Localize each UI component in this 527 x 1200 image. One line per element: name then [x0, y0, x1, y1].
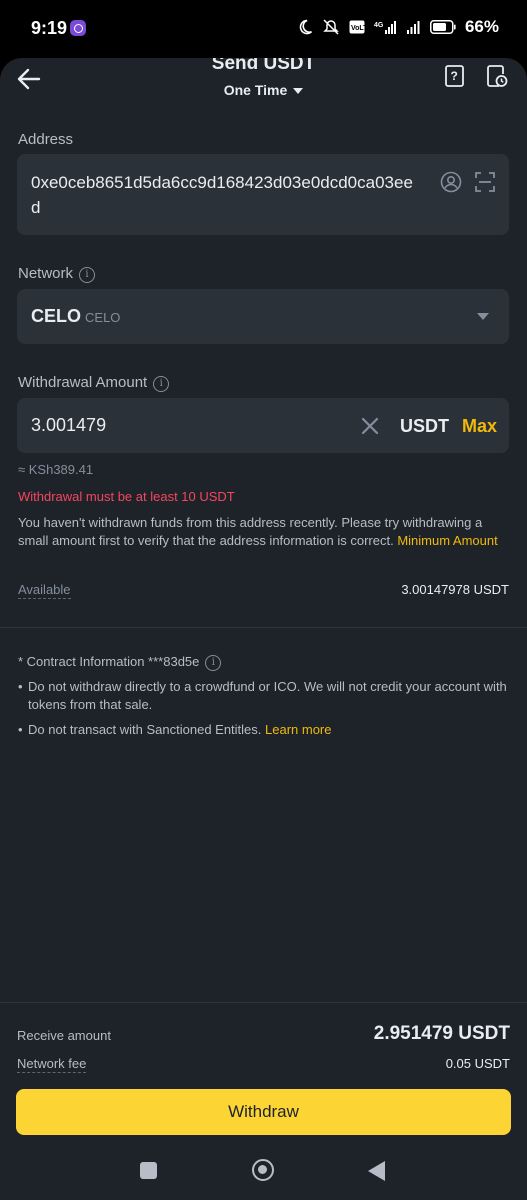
- address-book-icon[interactable]: [440, 171, 462, 193]
- send-usdt-screen: Send USDT One Time ? Address 0xe0ceb8651…: [0, 58, 527, 1200]
- svg-text:?: ?: [451, 69, 458, 83]
- scan-qr-icon[interactable]: [474, 171, 496, 193]
- available-value: 3.00147978 USDT: [401, 582, 509, 597]
- home-icon[interactable]: [252, 1159, 274, 1181]
- volte-icon: VoLTE: [349, 20, 365, 34]
- contract-info: * Contract Information ***83d5e i: [18, 654, 222, 671]
- recent-apps-icon[interactable]: [140, 1162, 157, 1179]
- network-label: Network i: [18, 265, 96, 283]
- status-bar: 9:19 VoLTE 4G 66%: [0, 0, 527, 58]
- svg-text:VoLTE: VoLTE: [351, 25, 365, 32]
- svg-text:4G: 4G: [374, 22, 384, 29]
- available-label[interactable]: Available: [18, 582, 71, 599]
- address-input[interactable]: 0xe0ceb8651d5da6cc9d168423d03e0dcd0ca03e…: [31, 170, 421, 220]
- chevron-down-icon: [477, 313, 489, 320]
- learn-more-link[interactable]: Learn more: [265, 722, 331, 737]
- withdraw-button[interactable]: Withdraw: [16, 1089, 511, 1135]
- info-icon[interactable]: i: [79, 267, 96, 283]
- receive-amount-value: 2.951479 USDT: [373, 1023, 510, 1044]
- warning-sanctions: Do not transact with Sanctioned Entitles…: [18, 721, 510, 739]
- receive-amount-label: Receive amount: [17, 1028, 111, 1043]
- first-withdrawal-note: You haven't withdrawn funds from this ad…: [18, 515, 498, 548]
- history-icon[interactable]: [486, 64, 508, 88]
- moon-icon: [299, 19, 313, 35]
- network-selected: CELO CELO: [31, 306, 121, 326]
- status-icons: VoLTE 4G 66%: [297, 17, 499, 37]
- amount-fiat-estimate: ≈ KSh389.41: [18, 462, 94, 477]
- clear-icon[interactable]: [361, 417, 379, 435]
- status-time: 9:19: [31, 18, 68, 38]
- app-notification-icon: [70, 20, 86, 36]
- send-mode-label: One Time: [223, 82, 288, 98]
- amount-field[interactable]: 3.001479 USDT Max: [17, 398, 509, 453]
- mute-icon: [323, 19, 339, 35]
- amount-input[interactable]: 3.001479: [31, 415, 106, 436]
- help-document-icon[interactable]: ?: [444, 64, 466, 88]
- battery-icon: [429, 20, 456, 34]
- network-fee-value: 0.05 USDT: [445, 1056, 510, 1071]
- minimum-amount-link[interactable]: Minimum Amount: [397, 533, 497, 548]
- network-select[interactable]: CELO CELO: [17, 289, 509, 344]
- withdrawal-amount-label: Withdrawal Amount i: [18, 374, 170, 392]
- network-fee-label[interactable]: Network fee: [17, 1056, 87, 1073]
- chevron-down-icon: [293, 88, 304, 95]
- divider: [0, 627, 527, 628]
- signal-icon: [406, 21, 420, 34]
- amount-error: Withdrawal must be at least 10 USDT: [18, 489, 235, 504]
- header: Send USDT One Time ?: [0, 58, 527, 118]
- info-icon[interactable]: i: [153, 376, 170, 392]
- system-nav-bar: [0, 1152, 527, 1200]
- warning-crowdfund: Do not withdraw directly to a crowdfund …: [18, 678, 510, 714]
- info-icon[interactable]: i: [205, 655, 222, 671]
- battery-percent: 66%: [464, 17, 499, 36]
- address-field[interactable]: 0xe0ceb8651d5da6cc9d168423d03e0dcd0ca03e…: [17, 154, 509, 235]
- amount-unit: USDT: [400, 416, 449, 436]
- back-triangle-icon[interactable]: [368, 1161, 385, 1181]
- max-button[interactable]: Max: [462, 416, 497, 437]
- address-label: Address: [18, 131, 74, 148]
- 4g-signal-icon: 4G: [374, 21, 396, 34]
